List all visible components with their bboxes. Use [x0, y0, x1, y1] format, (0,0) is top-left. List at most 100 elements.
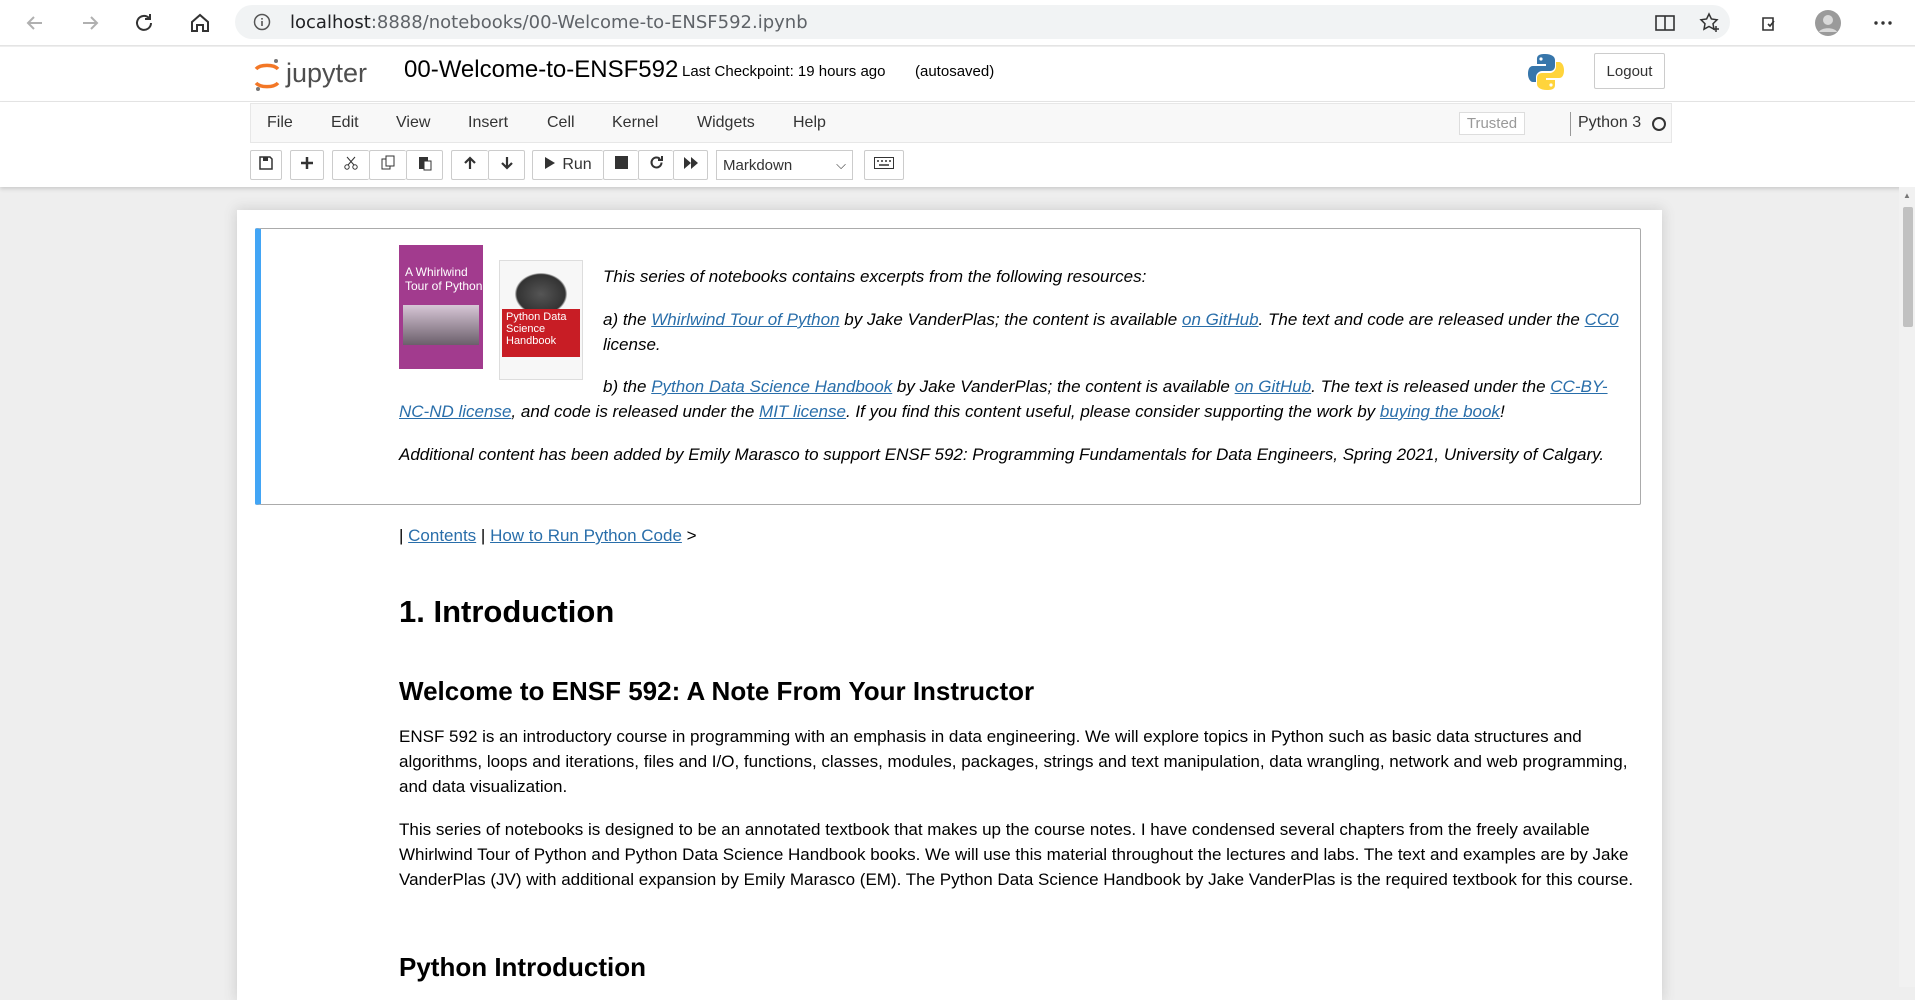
- resources-intro: This series of notebooks contains excerp…: [603, 267, 1147, 286]
- back-icon[interactable]: [20, 8, 50, 38]
- nav-separator-1: |: [399, 526, 409, 545]
- notebook-name[interactable]: 00-Welcome-to-ENSF592: [404, 56, 678, 84]
- svg-text:jupyter: jupyter: [285, 58, 367, 88]
- menu-widgets[interactable]: Widgets: [697, 114, 755, 132]
- browser-toolbar: localhost:8888/notebooks/00-Welcome-to-E…: [0, 0, 1915, 46]
- jupyter-logo[interactable]: jupyter: [252, 55, 387, 100]
- link-whirlwind[interactable]: Whirlwind Tour of Python: [651, 310, 839, 329]
- text-b-mid2: , and code is released under the: [511, 402, 760, 421]
- info-icon[interactable]: [253, 13, 271, 36]
- restart-icon: [649, 155, 664, 175]
- restart-button[interactable]: [638, 150, 673, 180]
- save-button[interactable]: [250, 150, 282, 180]
- logout-button[interactable]: Logout: [1594, 53, 1665, 89]
- cell-type-value: Markdown: [723, 157, 793, 174]
- refresh-icon[interactable]: [129, 8, 159, 38]
- paste-icon: [417, 155, 433, 176]
- heading-python-intro: Python Introduction: [399, 952, 646, 982]
- command-palette-button[interactable]: [864, 150, 904, 180]
- cut-button[interactable]: [332, 150, 369, 180]
- book2-title-band: Python Data Science Handbook: [502, 309, 580, 357]
- page-scrollbar[interactable]: ▲: [1899, 187, 1915, 987]
- scissors-icon: [343, 155, 359, 176]
- text-a-end: license.: [603, 335, 661, 354]
- link-pdsh[interactable]: Python Data Science Handbook: [651, 377, 892, 396]
- link-mit-license[interactable]: MIT license: [759, 402, 846, 421]
- chevron-down-icon: ⌵: [836, 157, 846, 172]
- copy-icon: [380, 155, 396, 176]
- paragraph-notebook-series: This series of notebooks is designed to …: [399, 820, 1634, 889]
- text-b-mid3: . If you find this content useful, pleas…: [845, 402, 1380, 421]
- menubar-container: File Edit View Insert Cell Kernel Widget…: [0, 102, 1915, 187]
- whirlwind-book-cover: A Whirlwind Tour of Python: [399, 245, 483, 369]
- more-options-icon[interactable]: [1868, 8, 1898, 38]
- text-b-after: . The text is released under the: [1311, 377, 1551, 396]
- insert-cell-button[interactable]: [290, 150, 324, 180]
- text-a-after: . The text and code are released under t…: [1258, 310, 1585, 329]
- reader-view-icon[interactable]: [1650, 8, 1680, 38]
- menu-cell[interactable]: Cell: [547, 114, 575, 132]
- home-icon[interactable]: [185, 8, 215, 38]
- interrupt-button[interactable]: [603, 150, 638, 180]
- arrow-up-icon: [463, 155, 477, 175]
- menu-help[interactable]: Help: [793, 114, 826, 132]
- keyboard-icon: [874, 156, 894, 174]
- fast-forward-icon: [683, 156, 699, 175]
- autosave-status: (autosaved): [915, 63, 995, 80]
- forward-icon[interactable]: [75, 8, 105, 38]
- notebook-container: A Whirlwind Tour of Python Python Data S…: [237, 210, 1662, 1000]
- address-bar[interactable]: localhost:8888/notebooks/00-Welcome-to-E…: [235, 5, 1730, 39]
- url-host: localhost: [290, 12, 371, 33]
- link-buy-book[interactable]: buying the book: [1380, 402, 1500, 421]
- save-icon: [258, 155, 274, 176]
- section-heading-introduction: 1. Introduction: [399, 594, 615, 629]
- move-down-button[interactable]: [488, 150, 525, 180]
- book2-title: Python Data Science Handbook: [506, 311, 567, 347]
- profile-icon[interactable]: [1813, 8, 1843, 38]
- link-github-a[interactable]: on GitHub: [1182, 310, 1259, 329]
- move-up-button[interactable]: [451, 150, 488, 180]
- text-a-prefix: a) the: [603, 310, 652, 329]
- link-how-to-run[interactable]: How to Run Python Code: [490, 526, 682, 545]
- plus-icon: [300, 156, 314, 175]
- link-cc0[interactable]: CC0: [1585, 310, 1619, 329]
- cell-type-select[interactable]: Markdown ⌵: [716, 150, 853, 180]
- text-a-mid: by Jake VanderPlas; the content is avail…: [839, 310, 1182, 329]
- menu-edit[interactable]: Edit: [331, 114, 359, 132]
- pdsh-book-cover: Python Data Science Handbook: [499, 260, 583, 380]
- scroll-up-icon[interactable]: ▲: [1903, 191, 1911, 200]
- arrow-down-icon: [500, 156, 514, 175]
- text-b-mid: by Jake VanderPlas; the content is avail…: [892, 377, 1235, 396]
- trusted-indicator[interactable]: Trusted: [1459, 112, 1525, 135]
- notebook-nav: | Contents | How to Run Python Code >: [399, 523, 1629, 548]
- python-logo-icon: [1527, 52, 1565, 97]
- menu-file[interactable]: File: [267, 114, 293, 132]
- nav-separator-2: |: [476, 526, 491, 545]
- text-b-end: !: [1499, 402, 1505, 421]
- restart-run-all-button[interactable]: [673, 150, 708, 180]
- resource-a: a) the Whirlwind Tour of Python by Jake …: [603, 307, 1633, 357]
- nav-arrow: >: [681, 526, 697, 545]
- scrollbar-thumb[interactable]: [1903, 207, 1913, 327]
- url-path: :8888/notebooks/00-Welcome-to-ENSF592.ip…: [370, 12, 808, 33]
- menu-view[interactable]: View: [396, 114, 430, 132]
- play-icon: [544, 156, 556, 175]
- copy-button[interactable]: [369, 150, 406, 180]
- text-b-prefix: b) the: [603, 377, 652, 396]
- run-button[interactable]: Run: [532, 150, 603, 180]
- book1-title: A Whirlwind Tour of Python: [405, 265, 483, 293]
- kernel-status-icon: [1652, 117, 1666, 131]
- menu-kernel[interactable]: Kernel: [612, 114, 658, 132]
- menu-insert[interactable]: Insert: [468, 114, 508, 132]
- jupyter-header: jupyter 00-Welcome-to-ENSF592 Last Check…: [0, 47, 1915, 102]
- extensions-icon[interactable]: [1755, 8, 1785, 38]
- paste-button[interactable]: [406, 150, 443, 180]
- link-contents[interactable]: Contents: [408, 526, 476, 545]
- paragraph-course-intro: ENSF 592 is an introductory course in pr…: [399, 727, 1628, 796]
- additional-content-note: Additional content has been added by Emi…: [399, 445, 1605, 464]
- link-github-b[interactable]: on GitHub: [1235, 377, 1312, 396]
- favorites-icon[interactable]: [1695, 8, 1725, 38]
- menubar: File Edit View Insert Cell Kernel Widget…: [250, 103, 1672, 143]
- stop-icon: [614, 156, 628, 174]
- kernel-name[interactable]: Python 3: [1578, 114, 1641, 132]
